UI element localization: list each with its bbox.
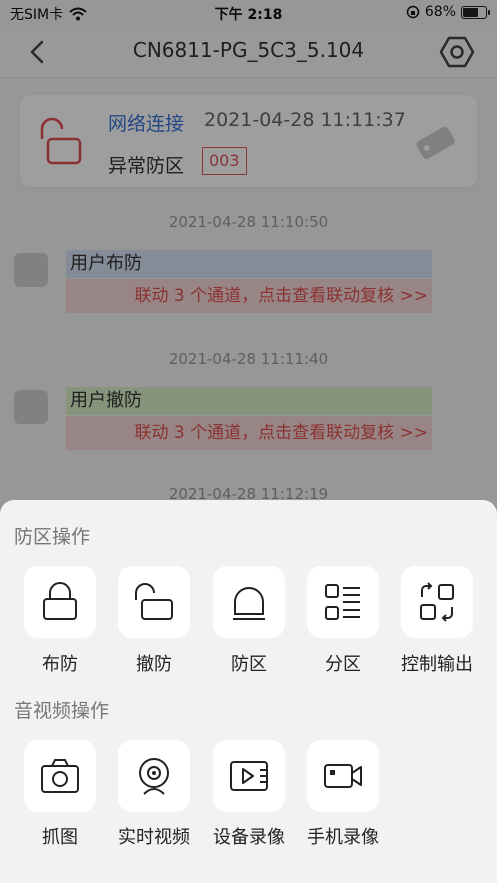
control-output-icon: [420, 582, 454, 622]
arm-button[interactable]: [24, 566, 96, 638]
control-output-label: 控制输出: [401, 654, 473, 675]
phone-recording-label: 手机录像: [307, 827, 379, 848]
webcam-icon: [139, 758, 169, 795]
device-recording-button[interactable]: [213, 740, 285, 812]
zone-button[interactable]: [213, 566, 285, 638]
av-ops-title: 音视频操作: [14, 700, 110, 722]
dome-icon: [233, 587, 265, 620]
lock-closed-icon: [43, 582, 77, 620]
partition-list-icon: [325, 584, 360, 620]
control-output-button[interactable]: [401, 566, 473, 638]
phone-video-icon: [324, 764, 362, 788]
phone-recording-button[interactable]: [307, 740, 379, 812]
snapshot-button[interactable]: [24, 740, 96, 812]
partition-button[interactable]: [307, 566, 379, 638]
disarm-button[interactable]: [118, 566, 190, 638]
live-video-label: 实时视频: [118, 827, 190, 848]
lock-open-icon: [135, 583, 173, 620]
action-sheet: 防区操作 布防 撤防 防区 分区 控制输出 音视频操作 抓图 实时视频 设备录像…: [0, 500, 497, 883]
disarm-label: 撤防: [136, 654, 172, 675]
camera-icon: [41, 759, 79, 793]
device-video-icon: [230, 761, 268, 791]
live-video-button[interactable]: [118, 740, 190, 812]
zone-ops-title: 防区操作: [14, 526, 91, 548]
